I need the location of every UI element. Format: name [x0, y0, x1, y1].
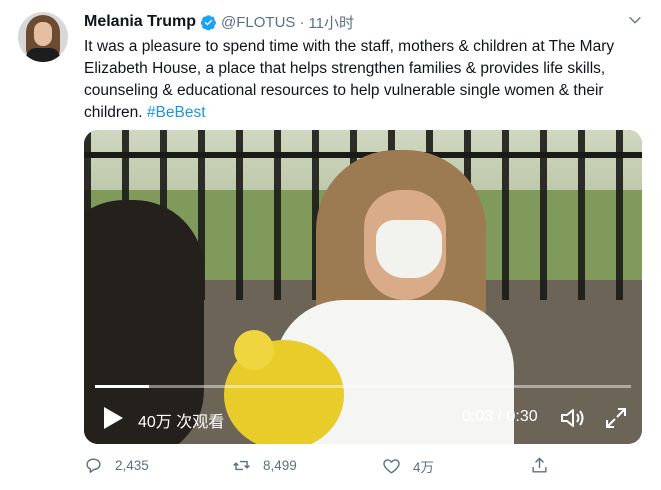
reply-count: 2,435: [115, 458, 149, 473]
timestamp[interactable]: 11小时: [308, 12, 354, 33]
scene-face-mask: [376, 220, 442, 278]
tweet-text: It was a pleasure to spend time with the…: [84, 36, 644, 124]
like-button[interactable]: 4万: [382, 456, 434, 476]
author-name[interactable]: Melania Trump: [84, 13, 196, 31]
video-frame: [84, 130, 642, 444]
share-icon: [532, 457, 547, 473]
separator-dot: ·: [299, 13, 305, 31]
scene-yellow-toy-top: [234, 330, 274, 370]
play-icon[interactable]: [102, 406, 124, 430]
tweet-actions: 2,435 8,499 4万: [84, 456, 554, 478]
avatar[interactable]: [18, 12, 68, 62]
fullscreen-icon[interactable]: [604, 406, 628, 430]
retweet-count: 8,499: [263, 458, 297, 473]
author-handle[interactable]: @FLOTUS: [221, 14, 295, 31]
volume-icon[interactable]: [560, 406, 586, 430]
video-controls: 40万 次观看 0:03 / 0:30: [84, 398, 642, 438]
like-icon: [383, 458, 400, 474]
reply-icon: [86, 458, 101, 473]
like-count: 4万: [413, 460, 435, 475]
tweet[interactable]: Melania Trump @FLOTUS · 11小时 It was a pl…: [0, 0, 661, 490]
video-progress-bar[interactable]: [95, 385, 631, 388]
reply-button[interactable]: 2,435: [84, 456, 149, 475]
retweet-button[interactable]: 8,499: [232, 456, 297, 475]
video-player[interactable]: 40万 次观看 0:03 / 0:30: [84, 130, 642, 444]
view-count: 40万 次观看: [138, 414, 225, 431]
share-button[interactable]: [530, 456, 549, 475]
video-progress-fill: [95, 385, 149, 388]
chevron-down-icon[interactable]: [627, 12, 643, 28]
verified-badge-icon: [200, 14, 216, 30]
video-time: 0:03 / 0:30: [462, 408, 538, 425]
retweet-icon: [233, 460, 250, 471]
tweet-header: Melania Trump @FLOTUS · 11小时: [84, 12, 354, 32]
avatar-face: [34, 22, 52, 46]
hashtag-link[interactable]: #BeBest: [147, 104, 206, 121]
avatar-body: [26, 48, 60, 62]
